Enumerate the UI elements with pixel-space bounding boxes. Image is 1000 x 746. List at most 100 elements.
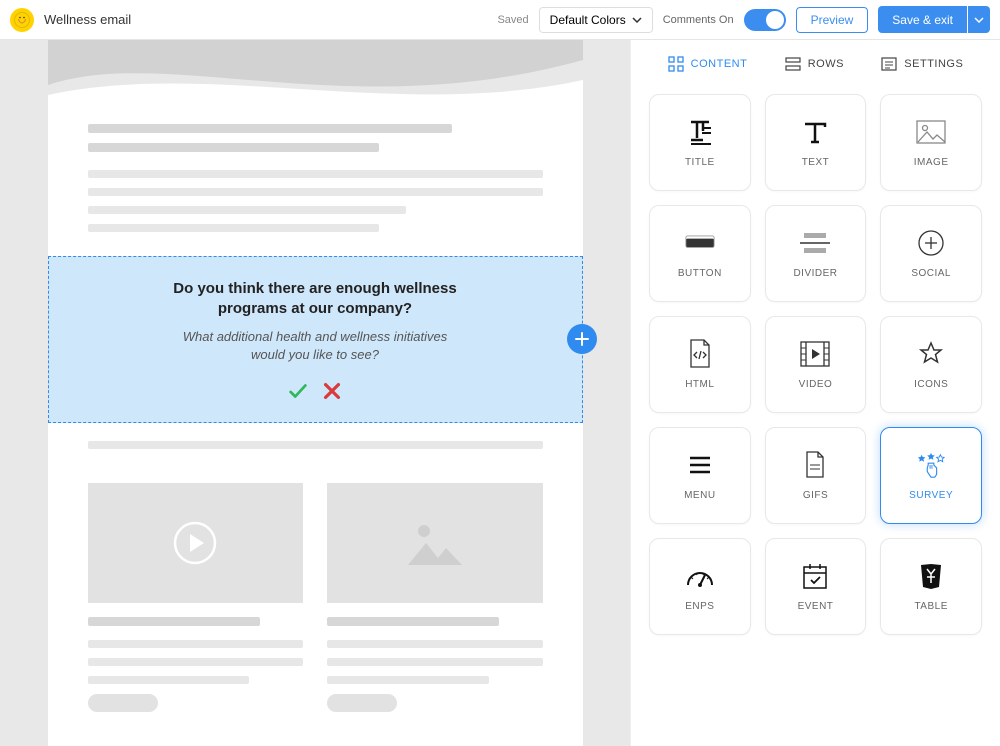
placeholder-line	[88, 617, 260, 626]
social-icon	[916, 228, 946, 258]
tab-settings[interactable]: SETTINGS	[881, 56, 963, 72]
tile-label: ICONS	[914, 379, 948, 390]
placeholder-line	[327, 617, 499, 626]
column	[327, 483, 543, 712]
tile-divider[interactable]: DIVIDER	[765, 205, 867, 302]
main-layout: Do you think there are enough wellness p…	[0, 40, 1000, 746]
tile-gifs[interactable]: GIFS	[765, 427, 867, 524]
placeholder-line	[88, 224, 379, 232]
text-icon	[800, 117, 830, 147]
text-placeholder-block	[48, 423, 583, 473]
calendar-icon	[800, 561, 830, 591]
app-logo	[10, 8, 34, 32]
tab-content[interactable]: CONTENT	[668, 56, 748, 72]
column	[88, 483, 304, 712]
placeholder-line	[88, 124, 452, 133]
tile-survey[interactable]: SURVEY	[880, 427, 982, 524]
image-icon	[916, 117, 946, 147]
check-icon[interactable]	[287, 380, 309, 402]
image-placeholder	[327, 483, 543, 603]
hero-placeholder	[48, 40, 583, 110]
tile-button[interactable]: BUTTON	[649, 205, 751, 302]
sidebar-tabs: CONTENT ROWS SETTINGS	[649, 56, 982, 72]
survey-icon	[916, 450, 946, 480]
tab-label: CONTENT	[691, 58, 748, 70]
save-exit-button[interactable]: Save & exit	[878, 6, 967, 33]
save-more-button[interactable]	[968, 6, 990, 33]
star-icon	[916, 339, 946, 369]
survey-actions	[85, 380, 546, 402]
tile-label: GIFS	[803, 490, 828, 501]
title-icon	[685, 117, 715, 147]
tile-label: SURVEY	[909, 490, 953, 501]
app-header: Wellness email Saved Default Colors Comm…	[0, 0, 1000, 40]
tab-rows[interactable]: ROWS	[785, 56, 844, 72]
sidebar: CONTENT ROWS SETTINGS TITLE TEXT I	[630, 40, 1000, 746]
tile-html[interactable]: HTML	[649, 316, 751, 413]
tile-text[interactable]: TEXT	[765, 94, 867, 191]
tile-menu[interactable]: MENU	[649, 427, 751, 524]
placeholder-line	[327, 658, 543, 666]
tile-label: DIVIDER	[793, 268, 837, 279]
survey-block[interactable]: Do you think there are enough wellness p…	[48, 256, 583, 423]
grid-icon	[668, 56, 684, 72]
add-block-button[interactable]	[567, 324, 597, 354]
document-title: Wellness email	[44, 12, 487, 27]
tile-icons[interactable]: ICONS	[880, 316, 982, 413]
tile-label: SOCIAL	[911, 268, 951, 279]
content-tiles-grid: TITLE TEXT IMAGE BUTTON DIVIDER SOCIAL	[649, 94, 982, 635]
chevron-down-icon	[974, 17, 984, 23]
chevron-down-icon	[632, 17, 642, 23]
tile-label: HTML	[685, 379, 714, 390]
tile-label: MENU	[684, 490, 715, 501]
tile-title[interactable]: TITLE	[649, 94, 751, 191]
preview-button[interactable]: Preview	[796, 7, 869, 33]
comments-label: Comments On	[663, 14, 734, 26]
tile-label: VIDEO	[799, 379, 833, 390]
heading-placeholder-block	[48, 110, 583, 256]
file-icon	[800, 450, 830, 480]
tile-enps[interactable]: ENPS	[649, 538, 751, 635]
placeholder-line	[327, 640, 543, 648]
placeholder-line	[88, 676, 250, 684]
tab-label: SETTINGS	[904, 58, 963, 70]
placeholder-line	[88, 170, 543, 178]
button-placeholder	[88, 694, 158, 712]
tile-video[interactable]: VIDEO	[765, 316, 867, 413]
tile-table[interactable]: TABLE	[880, 538, 982, 635]
placeholder-line	[327, 676, 489, 684]
canvas-area: Do you think there are enough wellness p…	[0, 40, 630, 746]
email-canvas[interactable]: Do you think there are enough wellness p…	[48, 40, 583, 746]
placeholder-line	[88, 206, 407, 214]
tile-event[interactable]: EVENT	[765, 538, 867, 635]
tile-social[interactable]: SOCIAL	[880, 205, 982, 302]
comments-toggle[interactable]	[744, 9, 786, 31]
placeholder-line	[88, 143, 379, 152]
divider-icon	[800, 228, 830, 258]
rows-icon	[785, 56, 801, 72]
tile-label: TABLE	[914, 601, 947, 612]
html-icon	[685, 339, 715, 369]
tile-label: TITLE	[685, 157, 715, 168]
play-icon	[171, 519, 219, 567]
survey-question-primary: Do you think there are enough wellness p…	[155, 279, 475, 320]
tab-label: ROWS	[808, 58, 844, 70]
tile-label: TEXT	[802, 157, 830, 168]
list-icon	[881, 56, 897, 72]
plus-icon	[575, 332, 589, 346]
placeholder-line	[88, 441, 543, 449]
placeholder-line	[88, 658, 304, 666]
tile-image[interactable]: IMAGE	[880, 94, 982, 191]
color-theme-dropdown[interactable]: Default Colors	[539, 7, 653, 33]
tile-label: BUTTON	[678, 268, 722, 279]
toggle-knob	[766, 11, 784, 29]
color-theme-label: Default Colors	[550, 13, 626, 27]
tile-label: ENPS	[685, 601, 714, 612]
button-icon	[685, 228, 715, 258]
placeholder-line	[88, 640, 304, 648]
menu-icon	[685, 450, 715, 480]
button-placeholder	[327, 694, 397, 712]
video-icon	[800, 339, 830, 369]
save-button-group: Save & exit	[878, 6, 990, 33]
close-icon[interactable]	[321, 380, 343, 402]
